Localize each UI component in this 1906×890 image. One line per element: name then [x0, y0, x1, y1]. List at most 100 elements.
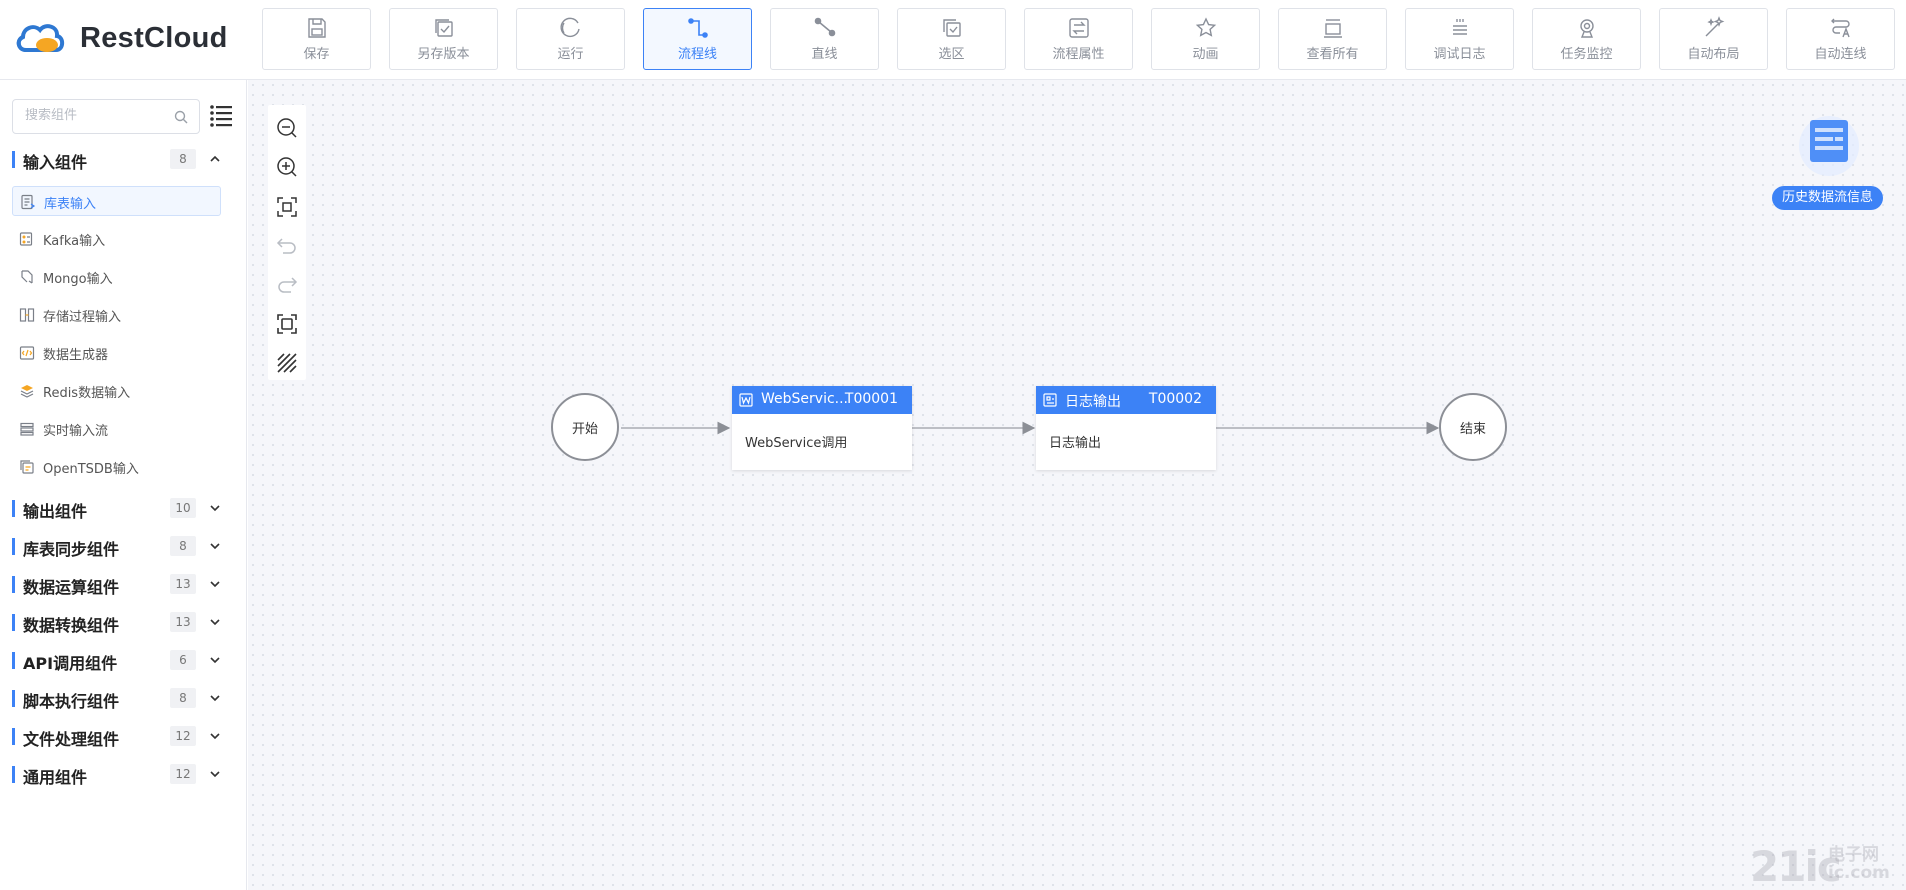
search-input[interactable]: [25, 108, 165, 123]
straight-line-button[interactable]: 直线: [770, 8, 879, 70]
group-accent-bar: [12, 766, 15, 783]
save-icon: [307, 18, 326, 38]
chevron-up-icon[interactable]: [208, 152, 222, 166]
list-view-icon[interactable]: [208, 102, 234, 128]
animation-button[interactable]: 动画: [1151, 8, 1260, 70]
debug-log-button[interactable]: 调试日志: [1405, 8, 1514, 70]
save-button[interactable]: 保存: [262, 8, 371, 70]
view-all-icon: [1323, 19, 1342, 38]
table-input-icon: [21, 194, 36, 210]
kafka-input-icon: [19, 232, 33, 246]
watermark-sub2: ic.com: [1828, 863, 1890, 883]
toolbar-label: 流程属性: [1052, 47, 1105, 62]
component-item-table-input[interactable]: 库表输入: [12, 186, 221, 216]
save-version-button[interactable]: 另存版本: [389, 8, 498, 70]
run-button[interactable]: 运行: [516, 8, 625, 70]
auto-connect-button[interactable]: 自动连线: [1786, 8, 1895, 70]
group-accent-bar: [12, 614, 15, 631]
flow-properties-button[interactable]: 流程属性: [1024, 8, 1133, 70]
task-monitor-button[interactable]: 任务监控: [1532, 8, 1641, 70]
auto-layout-icon: [1705, 16, 1724, 37]
task-node-name: 日志输出: [1065, 394, 1121, 410]
log-output-icon: [1043, 393, 1057, 407]
component-label: OpenTSDB输入: [43, 462, 139, 477]
group-count-badge: 8: [170, 688, 196, 708]
toolbar-label: 动画: [1192, 47, 1219, 62]
toolbar-label: 选区: [938, 47, 965, 62]
toolbar-label: 查看所有: [1306, 47, 1359, 62]
watermark-sub: 电子网 ic.com: [1828, 846, 1890, 882]
group-count-badge: 13: [170, 574, 196, 594]
chevron-down-icon[interactable]: [208, 691, 222, 705]
debug-log-icon: [1452, 19, 1467, 35]
task-node-header: WebServic... T00001: [732, 386, 912, 414]
group-title: 数据运算组件: [23, 578, 120, 597]
group-accent-bar: [12, 500, 15, 517]
group-data-transform-components[interactable]: 数据转换组件 13: [12, 607, 234, 637]
component-item-mongo-input[interactable]: Mongo输入: [12, 262, 221, 292]
component-label: Kafka输入: [43, 234, 106, 249]
group-count-badge: 8: [170, 536, 196, 556]
site-watermark: 21ic 电子网 ic.com: [1750, 842, 1890, 890]
view-all-button[interactable]: 查看所有: [1278, 8, 1387, 70]
group-title: 脚本执行组件: [23, 692, 120, 711]
chevron-down-icon[interactable]: [208, 577, 222, 591]
group-script-components[interactable]: 脚本执行组件 8: [12, 683, 234, 713]
component-item-stored-procedure-input[interactable]: 存储过程输入: [12, 300, 221, 330]
component-item-data-generator[interactable]: 数据生成器: [12, 338, 221, 368]
end-node-label: 结束: [1459, 421, 1486, 437]
flow-line-icon: [687, 18, 708, 38]
toolbar-label: 调试日志: [1433, 47, 1486, 62]
search-icon[interactable]: [173, 109, 189, 125]
task-node-webservice[interactable]: WebServic... T00001 WebService调用: [732, 386, 912, 470]
component-item-kafka-input[interactable]: Kafka输入: [12, 224, 221, 254]
realtime-stream-icon: [20, 422, 34, 436]
group-accent-bar: [12, 538, 15, 555]
chevron-down-icon[interactable]: [208, 767, 222, 781]
select-area-button[interactable]: 选区: [897, 8, 1006, 70]
group-title: 输入组件: [23, 153, 88, 172]
component-item-opentsdb-input[interactable]: OpenTSDB输入: [12, 452, 221, 482]
cloud-logo-icon: [16, 24, 65, 52]
group-count-badge: 6: [170, 650, 196, 670]
toolbar-label: 任务监控: [1560, 47, 1613, 62]
group-file-components[interactable]: 文件处理组件 12: [12, 721, 234, 751]
group-title: 数据转换组件: [23, 616, 120, 635]
flow-line-button[interactable]: 流程线: [643, 8, 752, 70]
group-input-components[interactable]: 输入组件 8: [12, 144, 234, 174]
component-search-box: [12, 99, 200, 134]
component-item-realtime-stream[interactable]: 实时输入流: [12, 414, 221, 444]
toolbar-label: 自动连线: [1814, 47, 1867, 62]
group-general-components[interactable]: 通用组件 12: [12, 759, 234, 789]
select-area-icon: [942, 19, 961, 37]
component-label: 实时输入流: [43, 424, 109, 439]
end-node[interactable]: 结束: [1439, 393, 1507, 461]
component-label: 数据生成器: [43, 348, 109, 363]
task-node-log-output[interactable]: 日志输出 T00002 日志输出: [1036, 386, 1216, 470]
chevron-down-icon[interactable]: [208, 615, 222, 629]
watermark-sub1: 电子网: [1828, 845, 1879, 865]
auto-layout-button[interactable]: 自动布局: [1659, 8, 1768, 70]
flow-properties-icon: [1068, 18, 1089, 38]
brand-logo[interactable]: RestCloud: [14, 18, 228, 58]
task-monitor-icon: [1579, 19, 1594, 38]
brand-name: RestCloud: [80, 21, 228, 54]
chevron-down-icon[interactable]: [208, 539, 222, 553]
chevron-down-icon[interactable]: [208, 653, 222, 667]
start-node[interactable]: 开始: [551, 393, 619, 461]
group-title: 通用组件: [23, 768, 88, 787]
group-table-sync-components[interactable]: 库表同步组件 8: [12, 531, 234, 561]
mongo-input-icon: [21, 270, 33, 284]
group-title: 文件处理组件: [23, 730, 120, 749]
chevron-down-icon[interactable]: [208, 501, 222, 515]
group-data-compute-components[interactable]: 数据运算组件 13: [12, 569, 234, 599]
component-item-redis-input[interactable]: Redis数据输入: [12, 376, 221, 406]
chevron-down-icon[interactable]: [208, 729, 222, 743]
task-node-description: 日志输出: [1049, 436, 1102, 451]
component-label: 存储过程输入: [43, 310, 122, 325]
toolbar-label: 保存: [303, 47, 330, 62]
flow-canvas[interactable]: 历史数据流信息 开始 WebServic... T00001 WebServic…: [248, 80, 1906, 890]
group-title: API调用组件: [23, 654, 118, 673]
group-output-components[interactable]: 输出组件 10: [12, 493, 234, 523]
group-api-call-components[interactable]: API调用组件 6: [12, 645, 234, 675]
